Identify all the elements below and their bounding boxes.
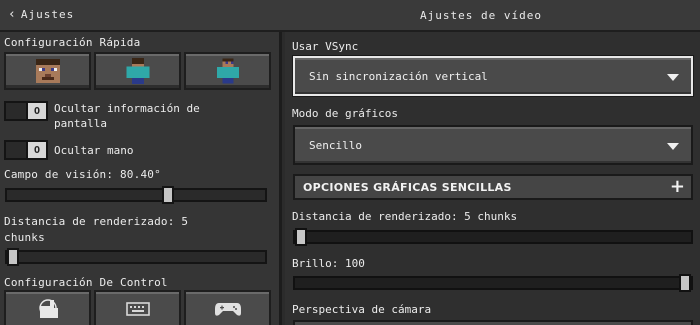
toggle-knob: O — [26, 142, 46, 158]
hide-hand-setting: O Ocultar mano — [4, 140, 133, 160]
graphics-mode-value: Sencillo — [309, 139, 362, 152]
render-distance-slider-left[interactable] — [5, 248, 267, 266]
hide-hand-label: Ocultar mano — [54, 144, 134, 157]
keyboard-icon — [125, 302, 150, 316]
camera-perspective-label: Perspectiva de cámara — [292, 303, 432, 316]
graphics-mode-label: Modo de gráficos — [292, 107, 398, 120]
graphics-mode-dropdown[interactable]: Sencillo — [293, 125, 693, 165]
toggle-knob: O — [26, 103, 46, 119]
quick-config-button-2[interactable] — [94, 52, 181, 90]
video-settings-panel: Usar VSync Sin sincronización vertical M… — [285, 32, 700, 325]
back-button[interactable]: ‹ Ajustes — [8, 8, 74, 21]
render-distance-thumb-left[interactable] — [7, 248, 19, 266]
fov-slider[interactable] — [5, 186, 267, 204]
hide-hud-setting: O Ocultar información de pantalla — [4, 101, 200, 131]
hide-hand-toggle[interactable]: O — [4, 140, 48, 160]
fov-slider-thumb[interactable] — [161, 186, 174, 204]
top-bar: ‹ Ajustes Ajustes de vídeo — [0, 0, 700, 32]
hide-hud-label-line2: pantalla — [54, 117, 107, 130]
dropdown-arrow-icon — [667, 143, 679, 150]
touch-hand-icon — [38, 299, 58, 318]
render-distance-slider[interactable] — [293, 228, 693, 246]
left-settings-panel: Configuración Rápida O Ocultar informaci… — [0, 32, 282, 325]
control-config-buttons — [4, 290, 271, 325]
simple-graphics-options-label: OPCIONES GRÁFICAS SENCILLAS — [303, 181, 512, 194]
quick-config-button-3[interactable] — [184, 52, 271, 90]
render-distance-label: Distancia de renderizado: 5 chunks — [292, 210, 518, 223]
brightness-thumb[interactable] — [679, 274, 691, 292]
gamepad-icon — [214, 303, 241, 316]
render-distance-thumb[interactable] — [295, 228, 307, 246]
camera-perspective-dropdown[interactable] — [293, 320, 693, 325]
expand-plus-icon[interactable]: + — [670, 177, 685, 197]
render-distance-label-left-1: Distancia de renderizado: 5 — [4, 215, 189, 228]
quick-config-button-1[interactable] — [4, 52, 91, 90]
hide-hud-label: Ocultar información de pantalla — [54, 101, 200, 131]
hide-hud-toggle[interactable]: O — [4, 101, 48, 121]
keyboard-control-button[interactable] — [94, 290, 181, 325]
quick-config-buttons — [4, 52, 271, 90]
vsync-label: Usar VSync — [292, 40, 359, 53]
page-title: Ajustes de vídeo — [420, 9, 542, 22]
quick-config-label: Configuración Rápida — [4, 36, 141, 49]
vsync-dropdown[interactable]: Sin sincronización vertical — [292, 55, 694, 97]
hide-hud-label-line1: Ocultar información de — [54, 102, 200, 115]
brightness-slider[interactable] — [293, 274, 693, 292]
chevron-left-icon: ‹ — [8, 7, 17, 22]
brightness-label: Brillo: 100 — [292, 257, 365, 270]
simple-graphics-options-header[interactable]: OPCIONES GRÁFICAS SENCILLAS + — [293, 174, 693, 200]
back-button-label: Ajustes — [20, 8, 75, 21]
player-body-icon — [125, 58, 150, 84]
player-full-icon — [216, 58, 239, 84]
render-distance-label-left-2: chunks — [4, 231, 45, 244]
steve-face-icon — [35, 59, 60, 83]
touch-control-button[interactable] — [4, 290, 91, 325]
gamepad-control-button[interactable] — [184, 290, 271, 325]
vsync-value: Sin sincronización vertical — [309, 70, 488, 83]
fov-label: Campo de visión: 80.40° — [4, 168, 161, 181]
dropdown-arrow-icon — [667, 74, 679, 81]
control-config-label: Configuración De Control — [4, 276, 168, 289]
